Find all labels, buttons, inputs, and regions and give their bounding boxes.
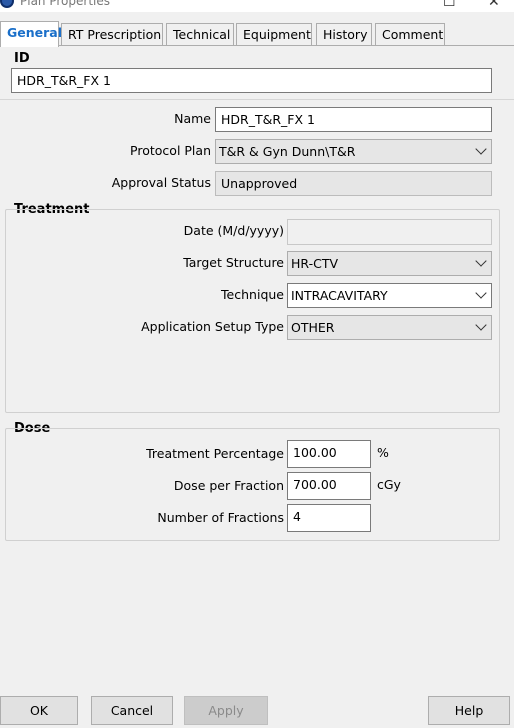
cgy-unit: cGy (377, 477, 401, 492)
name-input[interactable]: HDR_T&R_FX 1 (215, 107, 492, 132)
number-of-fractions-input[interactable]: 4 (287, 504, 371, 532)
title-bar: Plan Properties ☐ ✕ (0, 0, 514, 12)
id-input[interactable]: HDR_T&R_FX 1 (11, 68, 492, 93)
ok-button[interactable]: OK (0, 696, 78, 725)
tab-equipment[interactable]: Equipment (236, 23, 312, 46)
tab-general[interactable]: General (0, 21, 62, 47)
number-of-fractions-label: Number of Fractions (157, 510, 284, 525)
id-section-title: ID (14, 51, 30, 66)
window-title: Plan Properties (20, 0, 110, 8)
technique-select[interactable]: INTRACAVITARY (287, 283, 492, 308)
target-structure-select[interactable]: HR-CTV (287, 251, 492, 276)
apply-button[interactable]: Apply (184, 696, 268, 725)
setup-type-select[interactable]: OTHER (287, 315, 492, 340)
protocol-plan-value: T&R & Gyn Dunn\T&R (219, 144, 356, 159)
date-label: Date (M/d/yyyy) (183, 223, 284, 238)
chevron-down-icon (475, 255, 487, 267)
cancel-button[interactable]: Cancel (91, 696, 173, 725)
tab-rt-prescription[interactable]: RT Prescription (61, 23, 163, 46)
technique-value: INTRACAVITARY (291, 288, 388, 303)
chevron-down-icon (475, 319, 487, 331)
maximize-icon[interactable]: ☐ (443, 0, 456, 10)
approval-status-field: Unapproved (215, 171, 492, 196)
treatment-percentage-input[interactable]: 100.00 (287, 440, 371, 468)
close-icon[interactable]: ✕ (488, 0, 500, 10)
chevron-down-icon (475, 287, 487, 299)
date-field (287, 219, 492, 245)
target-structure-label: Target Structure (183, 255, 284, 270)
tab-history[interactable]: History (316, 23, 372, 46)
tab-divider (0, 45, 514, 46)
treatment-percentage-label: Treatment Percentage (146, 446, 284, 461)
setup-type-label: Application Setup Type (141, 319, 284, 334)
dose-per-fraction-input[interactable]: 700.00 (287, 472, 371, 500)
tab-technical[interactable]: Technical (166, 23, 234, 46)
approval-status-label: Approval Status (111, 175, 211, 190)
protocol-plan-select[interactable]: T&R & Gyn Dunn\T&R (215, 139, 492, 164)
chevron-down-icon (475, 143, 487, 155)
technique-label: Technique (221, 287, 284, 302)
divider (0, 99, 514, 100)
dose-per-fraction-label: Dose per Fraction (173, 478, 284, 493)
name-label: Name (174, 111, 211, 126)
target-structure-value: HR-CTV (291, 256, 339, 271)
app-icon (0, 0, 14, 8)
tab-comment[interactable]: Comment (375, 23, 445, 46)
setup-type-value: OTHER (291, 320, 335, 335)
percent-unit: % (377, 445, 389, 460)
help-button[interactable]: Help (428, 696, 510, 725)
protocol-plan-label: Protocol Plan (130, 143, 211, 158)
